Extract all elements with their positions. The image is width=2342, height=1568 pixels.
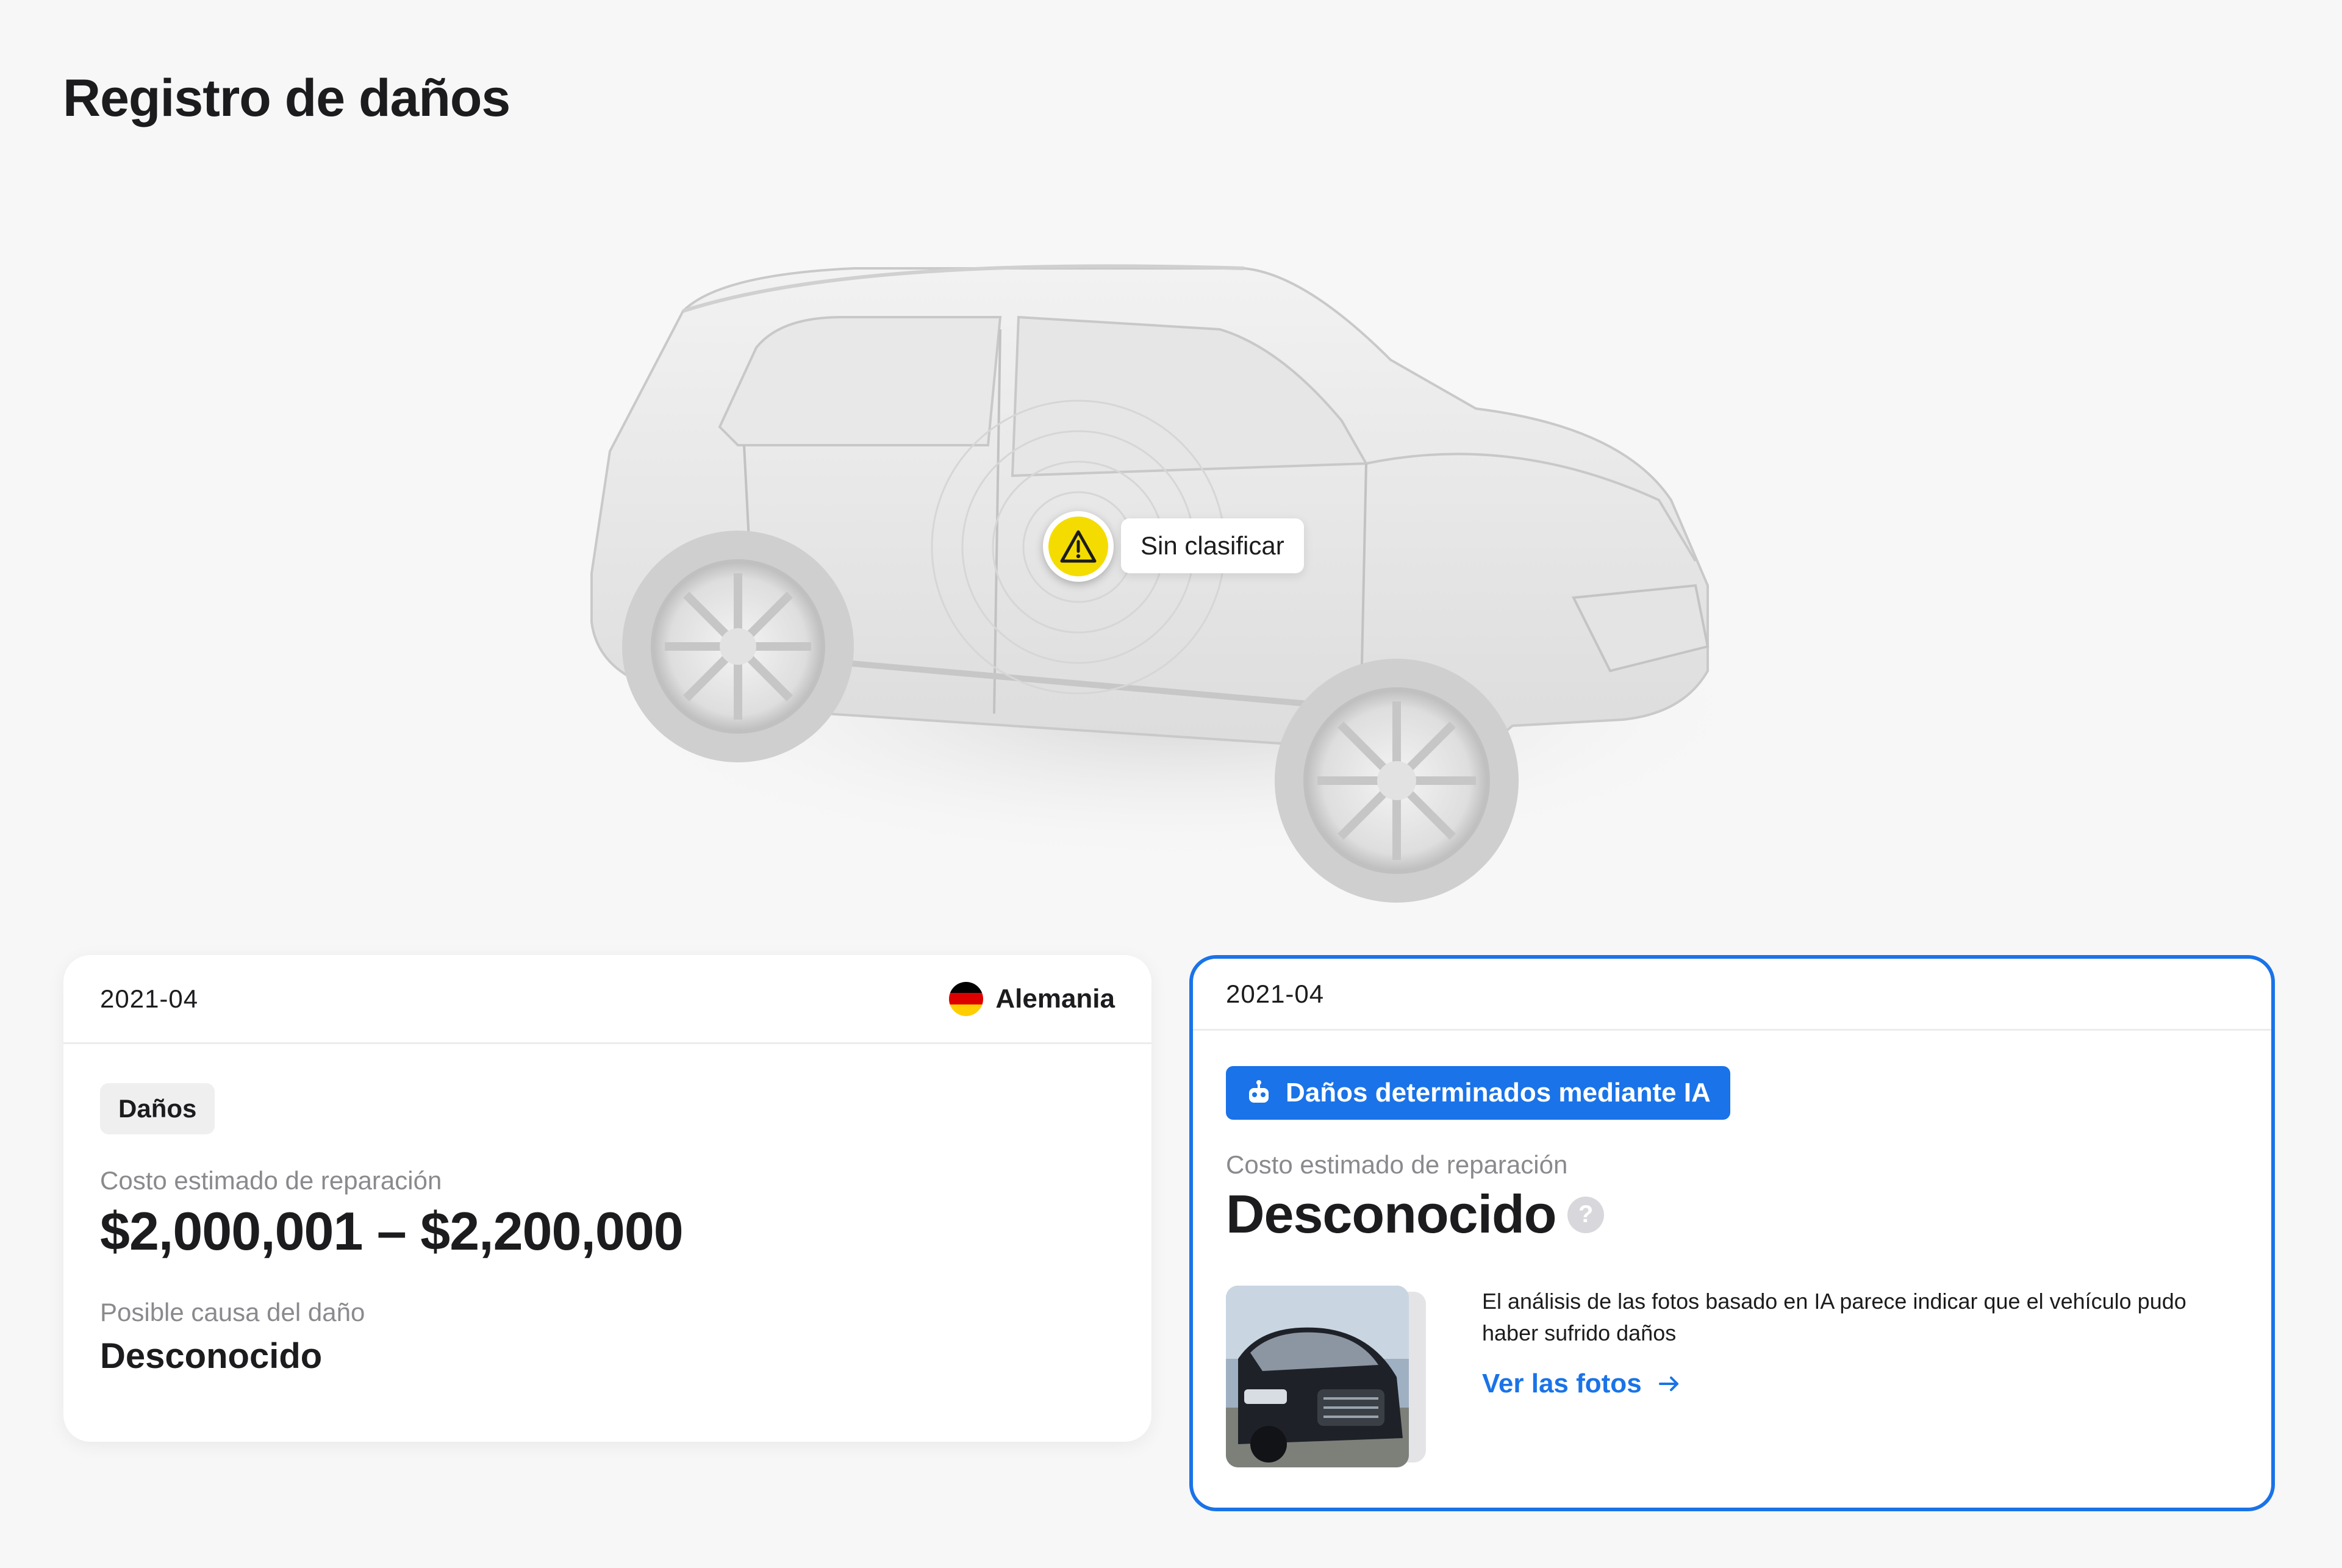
car-image — [590, 264, 1769, 903]
repair-cost-label: Costo estimado de reparación — [1226, 1150, 1568, 1179]
photo-info: El análisis de las fotos basado en IA pa… — [1482, 1286, 2238, 1467]
damage-marker-label: Sin clasificar — [1121, 518, 1304, 573]
vehicle-illustration — [537, 244, 1805, 903]
help-icon[interactable]: ? — [1567, 1196, 1604, 1233]
damage-tag: Daños — [100, 1083, 215, 1134]
view-photos-link[interactable]: Ver las fotos — [1482, 1369, 1682, 1399]
ai-badge-label: Daños determinados mediante IA — [1286, 1078, 1711, 1108]
card-body: Daños Costo estimado de reparación $2,00… — [63, 1044, 1151, 1376]
repair-cost-label: Costo estimado de reparación — [100, 1166, 442, 1195]
country-name: Alemania — [995, 983, 1115, 1014]
view-photos-label: Ver las fotos — [1482, 1369, 1642, 1398]
warning-icon — [1060, 530, 1097, 563]
card-header: 2021-04 — [1193, 959, 2271, 1031]
repair-cost-value: Desconocido — [1226, 1184, 1557, 1244]
damaged-car-photo[interactable] — [1226, 1286, 1409, 1467]
photo-analysis-text: El análisis de las fotos basado en IA pa… — [1482, 1289, 2186, 1345]
photo-thumbnail-stack[interactable] — [1226, 1286, 1433, 1467]
record-date: 2021-04 — [100, 984, 199, 1013]
robot-icon — [1249, 1080, 1269, 1103]
germany-flag-icon — [949, 981, 984, 1016]
record-country: Alemania — [949, 981, 1115, 1016]
record-date: 2021-04 — [1226, 979, 1325, 1008]
ai-damage-badge: Daños determinados mediante IA — [1226, 1066, 1730, 1120]
repair-cost-value-row: Desconocido? — [1226, 1183, 2238, 1245]
card-body: Daños determinados mediante IA Costo est… — [1193, 1031, 2271, 1467]
damaged-car-photo-image — [1226, 1286, 1409, 1467]
card-header: 2021-04 Alemania — [63, 955, 1151, 1044]
page-title: Registro de daños — [63, 69, 510, 127]
ai-damage-record-card: 2021-04 Daños determinados mediante IA C… — [1189, 955, 2275, 1511]
arrow-right-icon — [1658, 1376, 1678, 1391]
damage-cause-label: Posible causa del daño — [100, 1298, 365, 1326]
damage-cause-value: Desconocido — [100, 1336, 323, 1376]
damage-marker[interactable] — [1043, 511, 1114, 582]
photo-section: El análisis de las fotos basado en IA pa… — [1226, 1286, 2238, 1467]
damage-record-card: 2021-04 Alemania Daños Costo estimado de… — [63, 955, 1151, 1442]
repair-cost-value: $2,000,001 – $2,200,000 — [100, 1201, 684, 1261]
